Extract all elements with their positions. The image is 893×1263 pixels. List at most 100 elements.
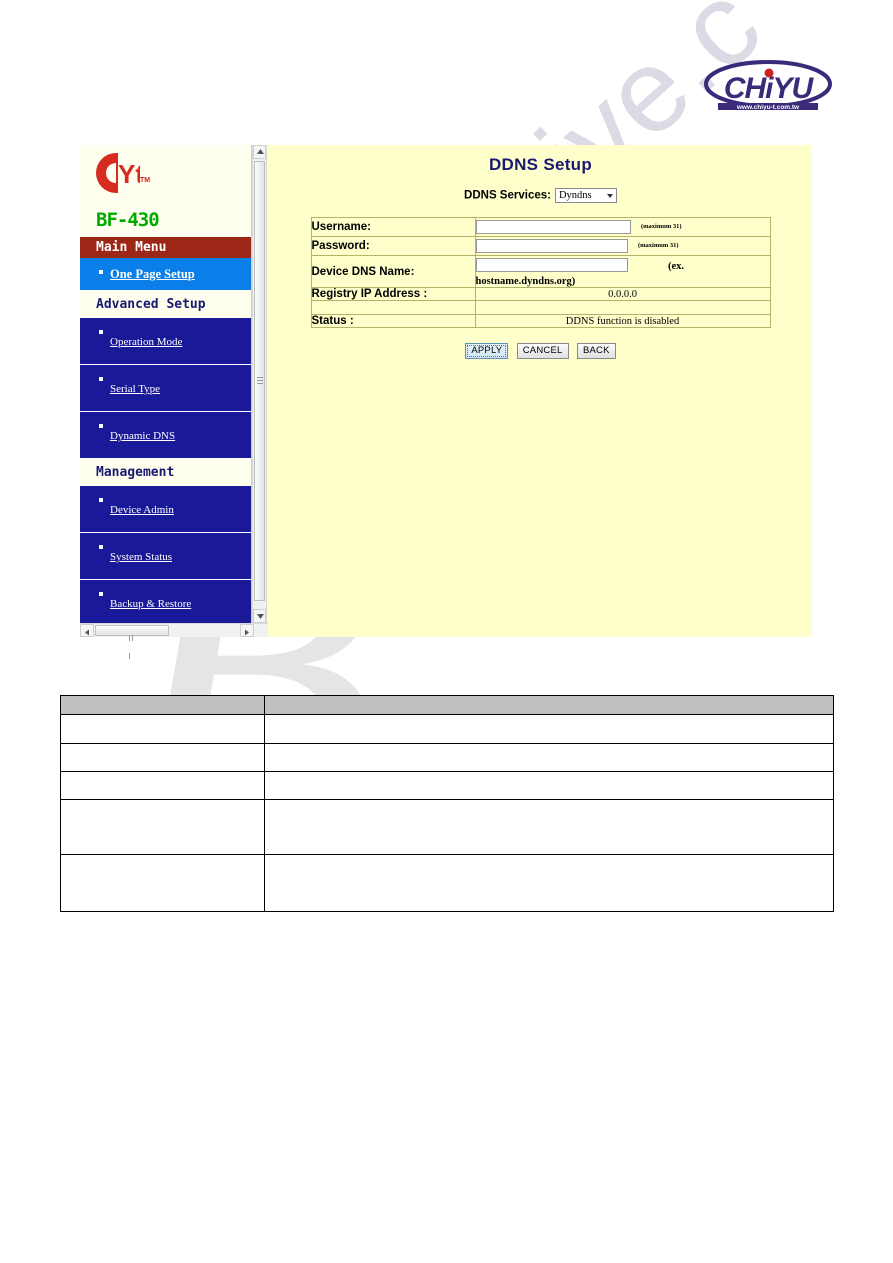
chiyu-brand-logo: CHiYU www.chiyu-t.com.tw	[690, 58, 845, 114]
table-cell-description	[264, 799, 834, 855]
sidebar-item-operation-mode[interactable]: Operation Mode	[80, 318, 251, 365]
username-hint: (maximum 31)	[640, 223, 682, 231]
section-heading-advanced-setup: Advanced Setup	[80, 291, 251, 318]
device-dns-name-cell: (ex. hostname.dyndns.org)	[474, 255, 771, 288]
bullet-icon	[99, 424, 103, 428]
spacer-value-cell	[474, 300, 771, 315]
ddns-services-select[interactable]: Dyndns	[554, 188, 617, 203]
table-cell-term	[60, 771, 265, 800]
status-label: Status :	[310, 314, 476, 328]
device-dns-hint-prefix: (ex.	[667, 261, 684, 272]
table-header-cell-1	[60, 695, 265, 715]
apply-button[interactable]: APPLY	[465, 343, 509, 359]
sidebar-link-backup-restore[interactable]: Backup & Restore	[110, 598, 191, 610]
username-label: Username:	[310, 217, 476, 237]
status-value: DDNS function is disabled	[474, 314, 771, 328]
table-cell-description	[264, 714, 834, 744]
registry-ip-label: Registry IP Address :	[310, 287, 476, 301]
device-model-label: BF-430	[96, 209, 160, 231]
scroll-down-arrow-icon[interactable]	[253, 609, 266, 623]
table-row	[60, 714, 834, 744]
main-content-panel: DDNS Setup DDNS Services: Dyndns Usernam…	[269, 145, 812, 637]
device-dns-name-input[interactable]	[475, 257, 628, 272]
bullet-icon	[99, 498, 103, 502]
scroll-right-arrow-icon[interactable]	[240, 624, 254, 637]
brand-url: www.chiyu-t.com.tw	[736, 104, 800, 111]
sidebar-link-dynamic-dns[interactable]: Dynamic DNS	[110, 430, 175, 442]
sidebar-item-device-admin[interactable]: Device Admin	[80, 486, 251, 533]
ddns-services-label: DDNS Services:	[464, 189, 551, 202]
password-hint: (maximum 31)	[637, 242, 679, 250]
sidebar-link-system-status[interactable]: System Status	[110, 551, 172, 563]
chevron-down-icon	[606, 194, 613, 198]
description-table	[60, 695, 834, 912]
table-row	[60, 854, 834, 912]
table-row-password: Password: (maximum 31)	[310, 236, 771, 256]
bullet-icon	[99, 270, 103, 274]
sidebar-nav: Yt TM BF-430 Main Menu One Page Setup Ad…	[80, 145, 252, 637]
sidebar-horizontal-scrollbar[interactable]	[80, 623, 268, 659]
registry-ip-value: 0.0.0.0	[474, 287, 771, 301]
ddns-service-row: DDNS Services: Dyndns	[269, 188, 812, 203]
table-cell-description	[264, 854, 834, 912]
device-dns-hint-example: hostname.dyndns.org)	[475, 276, 576, 287]
horizontal-scrollbar-thumb[interactable]	[95, 625, 169, 659]
sidebar-item-one-page-setup[interactable]: One Page Setup	[80, 258, 251, 291]
table-header-row	[60, 695, 834, 715]
username-input[interactable]	[475, 219, 631, 234]
sidebar-vertical-scrollbar[interactable]	[252, 145, 267, 623]
sidebar-item-serial-type[interactable]: Serial Type	[80, 365, 251, 412]
sidebar-item-system-status[interactable]: System Status	[80, 533, 251, 580]
trademark-mark: TM	[140, 177, 151, 184]
table-row	[60, 799, 834, 855]
page-title: DDNS Setup	[488, 155, 593, 174]
password-cell: (maximum 31)	[474, 236, 771, 256]
username-cell: (maximum 31)	[474, 217, 771, 237]
scroll-up-arrow-icon[interactable]	[253, 145, 266, 159]
chiyu-logo-icon: CHiYU www.chiyu-t.com.tw	[704, 60, 832, 111]
ddns-services-selected-value: Dyndns	[558, 190, 592, 201]
sidebar-link-one-page-setup[interactable]: One Page Setup	[110, 267, 195, 281]
table-row-device-dns-name: Device DNS Name: (ex. hostname.dyndns.or…	[310, 255, 771, 288]
vertical-scrollbar-thumb[interactable]	[254, 161, 265, 601]
cancel-button[interactable]: CANCEL	[516, 343, 569, 359]
sidebar-link-serial-type[interactable]: Serial Type	[110, 383, 160, 395]
table-row	[60, 743, 834, 772]
form-button-row: APPLY CANCEL BACK	[269, 340, 812, 359]
table-cell-term	[60, 743, 265, 772]
bullet-icon	[99, 377, 103, 381]
table-row-spacer	[310, 300, 771, 315]
bullet-icon	[99, 545, 103, 549]
table-header-cell-2	[264, 695, 834, 715]
sidebar-link-operation-mode[interactable]: Operation Mode	[110, 336, 182, 348]
password-label: Password:	[310, 236, 476, 256]
spacer-label-cell	[310, 300, 476, 315]
table-cell-term	[60, 854, 265, 912]
scroll-left-arrow-icon[interactable]	[80, 624, 94, 637]
scrollbar-grip-icon	[257, 377, 263, 385]
table-row-username: Username: (maximum 31)	[310, 217, 771, 237]
sidebar-item-dynamic-dns[interactable]: Dynamic DNS	[80, 412, 251, 459]
table-row-registry-ip: Registry IP Address : 0.0.0.0	[310, 287, 771, 301]
router-web-ui-frame: Yt TM BF-430 Main Menu One Page Setup Ad…	[80, 145, 812, 659]
ddns-form-table: Username: (maximum 31) Password: (maximu…	[310, 217, 771, 328]
password-input[interactable]	[475, 238, 628, 253]
bullet-icon	[99, 330, 103, 334]
sidebar-item-backup-restore[interactable]: Backup & Restore	[80, 580, 251, 627]
section-heading-management: Management	[80, 459, 251, 486]
table-cell-description	[264, 771, 834, 800]
table-cell-term	[60, 799, 265, 855]
cyt-logo-text: Yt	[118, 159, 140, 189]
cyt-logo-icon: Yt	[96, 153, 140, 193]
sidebar-link-device-admin[interactable]: Device Admin	[110, 504, 174, 516]
back-button[interactable]: BACK	[576, 343, 616, 359]
table-row-status: Status : DDNS function is disabled	[310, 314, 771, 328]
device-dns-name-label: Device DNS Name:	[310, 255, 476, 288]
section-heading-main-menu: Main Menu	[80, 237, 251, 258]
table-cell-term	[60, 714, 265, 744]
bullet-icon	[99, 592, 103, 596]
scrollbar-grip-icon	[129, 628, 136, 659]
table-cell-description	[264, 743, 834, 772]
sidebar-logo: Yt TM	[80, 145, 251, 207]
table-row	[60, 771, 834, 800]
